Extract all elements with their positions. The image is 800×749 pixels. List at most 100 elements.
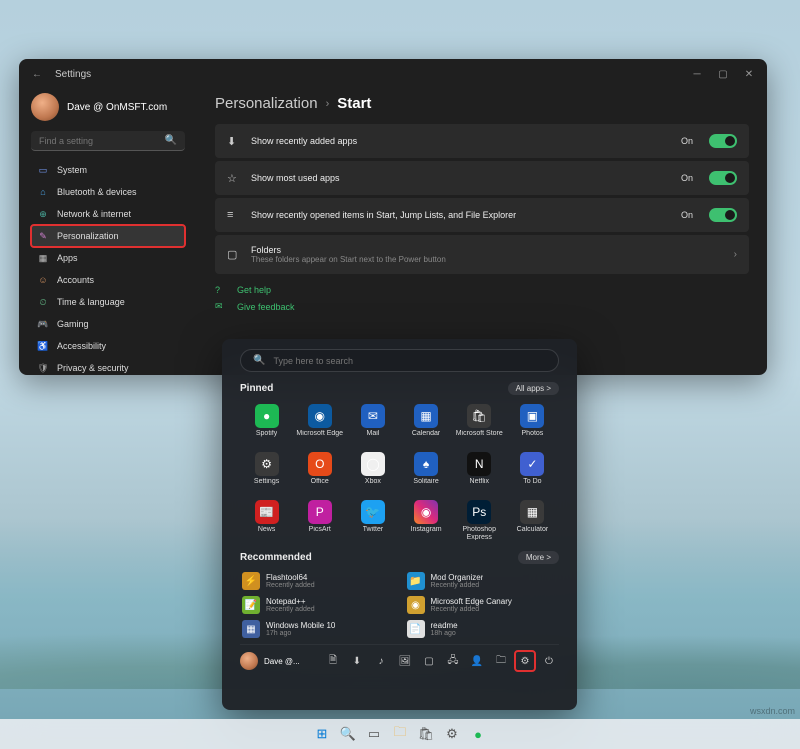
toggle-state: On [681,173,693,183]
pictures-icon[interactable]: 🖼 [395,651,415,671]
explorer-icon[interactable]: 🗀 [389,723,411,745]
back-button[interactable]: ← [27,64,47,84]
avatar [31,93,59,121]
username: Dave @ OnMSFT.com [67,102,167,113]
file-icon: ▦ [242,620,260,638]
search-icon: 🔍 [165,135,177,146]
app-tile-twitter[interactable]: 🐦Twitter [346,497,399,543]
nav-icon: ⌂ [37,186,49,198]
app-tile-to-do[interactable]: ✓To Do [506,449,559,495]
spotify-taskbar-icon[interactable]: ● [467,723,489,745]
start-user-button[interactable]: Dave @... [240,652,300,670]
all-apps-button[interactable]: All apps > [508,382,559,395]
recommended-item[interactable]: ◉Microsoft Edge CanaryRecently added [405,594,560,616]
nav-label: Time & language [57,297,125,307]
sidebar-item-privacy-security[interactable]: 🛡Privacy & security [31,357,185,375]
search-input[interactable] [39,136,165,146]
file-icon: ◉ [407,596,425,614]
rec-meta: 18h ago [431,630,458,637]
app-tile-spotify[interactable]: ●Spotify [240,401,293,447]
chevron-right-icon: › [326,98,330,110]
settings-icon[interactable]: ⚙ [515,651,535,671]
taskview-icon[interactable]: ▭ [363,723,385,745]
start-search[interactable]: 🔍 [240,349,559,372]
app-tile-microsoft-edge[interactable]: ◉Microsoft Edge [293,401,346,447]
recommended-item[interactable]: ⚡Flashtool64Recently added [240,570,395,592]
network-icon[interactable]: 🖧 [443,651,463,671]
sidebar-item-gaming[interactable]: 🎮Gaming [31,313,185,335]
file-icon: 📝 [242,596,260,614]
maximize-button[interactable]: ▢ [713,64,733,84]
settings-search[interactable]: 🔍 [31,131,185,151]
setting-icon: ⬇ [227,135,241,148]
sidebar-item-system[interactable]: ▭System [31,159,185,181]
app-tile-calendar[interactable]: ▦Calendar [400,401,453,447]
settings-taskbar-icon[interactable]: ⚙ [441,723,463,745]
downloads-icon[interactable]: ⬇ [347,651,367,671]
app-tile-solitaire[interactable]: ♠ Solitaire [400,449,453,495]
sidebar-item-accessibility[interactable]: ♿Accessibility [31,335,185,357]
rec-name: Mod Organizer [431,573,484,582]
music-icon[interactable]: ♪ [371,651,391,671]
more-button[interactable]: More > [518,551,559,564]
app-tile-microsoft-store[interactable]: 🛍Microsoft Store [453,401,506,447]
app-tile-calculator[interactable]: ▦Calculator [506,497,559,543]
app-tile-xbox[interactable]: ◯Xbox [346,449,399,495]
recommended-item[interactable]: ▦Windows Mobile 1017h ago [240,618,395,640]
personal-icon[interactable]: 👤 [467,651,487,671]
app-icon: ♠ [414,452,438,476]
app-icon: O [308,452,332,476]
toggle-switch[interactable] [709,208,737,222]
setting-row[interactable]: ≡Show recently opened items in Start, Ju… [215,198,749,232]
app-tile-picsart[interactable]: PPicsArt [293,497,346,543]
app-tile-netflix[interactable]: NNetflix [453,449,506,495]
taskbar: ⊞🔍▭🗀🛍⚙● [0,719,800,749]
settings-content: Personalization › Start ⬇Show recently a… [197,89,767,375]
sidebar-item-network-internet[interactable]: ⊕Network & internet [31,203,185,225]
documents-icon[interactable]: 🗎 [323,651,343,671]
sidebar-item-personalization[interactable]: ✎Personalization [31,225,185,247]
app-label: Solitaire [413,478,438,492]
toggle-switch[interactable] [709,134,737,148]
file-icon: ⚡ [242,572,260,590]
store-icon[interactable]: 🛍 [415,723,437,745]
app-tile-news[interactable]: 📰News [240,497,293,543]
sidebar-item-time-language[interactable]: ⏲ Time & language [31,291,185,313]
close-button[interactable]: ✕ [739,64,759,84]
toggle-switch[interactable] [709,171,737,185]
app-tile-photoshop-express[interactable]: PsPhotoshop Express [453,497,506,543]
sidebar-item-apps[interactable]: ▦Apps [31,247,185,269]
setting-label: Show recently opened items in Start, Jum… [251,210,671,220]
user-row[interactable]: Dave @ OnMSFT.com [31,93,185,121]
app-icon: ▦ [414,404,438,428]
sidebar-item-bluetooth-devices[interactable]: ⌂Bluetooth & devices [31,181,185,203]
nav-icon: ⊕ [37,208,49,220]
recommended-item[interactable]: 📝Notepad++Recently added [240,594,395,616]
help-link[interactable]: ?Get help [215,282,749,298]
app-tile-office[interactable]: OOffice [293,449,346,495]
nav-icon: ⏲ [37,296,49,308]
app-tile-mail[interactable]: ✉Mail [346,401,399,447]
power-icon[interactable]: ⏻ [539,651,559,671]
setting-row[interactable]: ▢FoldersThese folders appear on Start ne… [215,235,749,274]
breadcrumb: Personalization › Start [215,95,749,112]
app-tile-photos[interactable]: ▣Photos [506,401,559,447]
help-icon: ✉ [215,301,229,312]
app-label: Twitter [363,526,384,540]
sidebar-item-accounts[interactable]: ☺Accounts [31,269,185,291]
search-icon[interactable]: 🔍 [337,723,359,745]
explorer-icon[interactable]: 🗀 [491,651,511,671]
setting-row[interactable]: ☆Show most used appsOn [215,161,749,195]
app-tile-settings[interactable]: ⚙Settings [240,449,293,495]
help-link[interactable]: ✉Give feedback [215,298,749,315]
setting-row[interactable]: ⬇Show recently added appsOn [215,124,749,158]
start-search-input[interactable] [273,356,546,366]
recommended-item[interactable]: 📄readme18h ago [405,618,560,640]
minimize-button[interactable]: ─ [687,64,707,84]
app-tile-instagram[interactable]: ◉Instagram [400,497,453,543]
videos-icon[interactable]: ▢ [419,651,439,671]
recommended-item[interactable]: 📁Mod OrganizerRecently added [405,570,560,592]
breadcrumb-parent[interactable]: Personalization [215,95,318,112]
start-icon[interactable]: ⊞ [311,723,333,745]
nav-icon: ✎ [37,230,49,242]
